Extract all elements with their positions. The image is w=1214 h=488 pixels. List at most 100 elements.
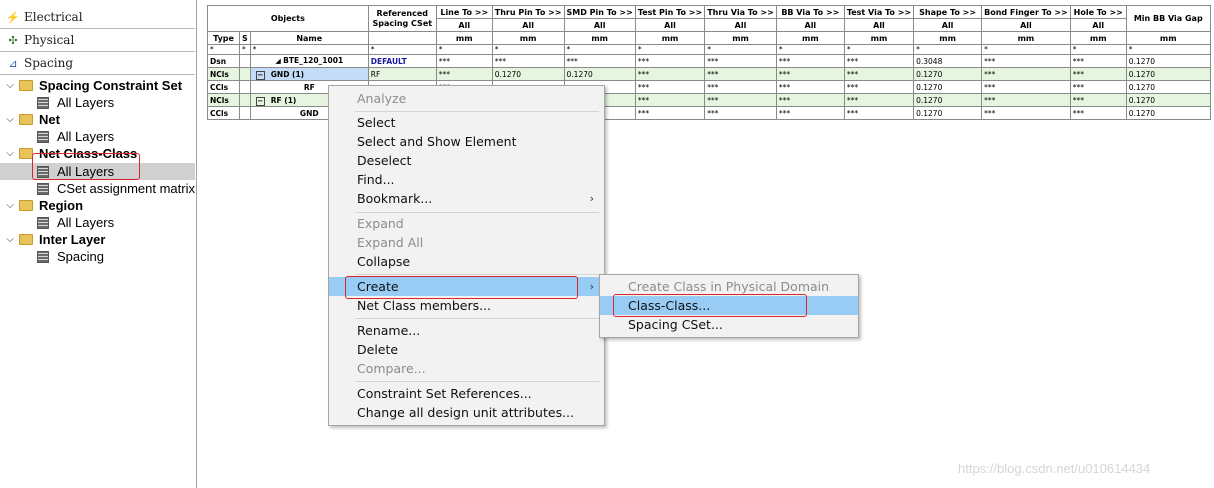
value-cell[interactable]: *** (981, 93, 1071, 107)
menu-item-deselect[interactable]: Deselect (329, 151, 604, 170)
menu-item-collapse[interactable]: Collapse (329, 252, 604, 271)
value-cell[interactable]: *** (563, 54, 636, 68)
tree-all-layers-4[interactable]: All Layers (0, 214, 195, 231)
cset-cell[interactable]: RF (367, 67, 437, 81)
value-cell[interactable]: *** (843, 54, 915, 68)
value-cell[interactable]: *** (981, 80, 1071, 94)
chevron-down-icon[interactable]: ⌵ (4, 80, 16, 91)
tab-physical[interactable]: ✣ Physical (0, 29, 195, 52)
table-row[interactable]: Dsn ◢ BTE_120_1001 DEFAULT *** *** *** *… (207, 54, 1211, 68)
value-cell[interactable]: *** (1069, 93, 1127, 107)
col-header-test-pin[interactable]: Test Pin To >> (634, 5, 706, 19)
value-cell[interactable]: *** (704, 80, 777, 94)
value-cell[interactable]: *** (634, 106, 706, 120)
filter-cell[interactable]: * (1125, 44, 1211, 55)
col-header-thru-pin[interactable]: Thru Pin To >> (491, 5, 565, 19)
filter-cell[interactable]: * (563, 44, 636, 55)
collapse-box-icon[interactable]: − (255, 96, 265, 106)
filter-cell[interactable]: * (207, 44, 240, 55)
value-cell[interactable]: *** (1069, 80, 1127, 94)
tree-cset-assignment-matrix[interactable]: CSet assignment matrix (0, 180, 195, 197)
col-header-thru-via[interactable]: Thru Via To >> (704, 5, 777, 19)
value-cell[interactable]: *** (1069, 67, 1127, 81)
name-cell[interactable]: − GND (1) (249, 67, 369, 81)
menu-item-select[interactable]: Select (329, 113, 604, 132)
menu-item-constraint-set-references[interactable]: Constraint Set References... (329, 384, 604, 403)
tree-spacing[interactable]: Spacing (0, 248, 195, 265)
chevron-down-icon[interactable]: ⌵ (4, 114, 16, 125)
value-cell[interactable]: 0.1270 (1125, 67, 1211, 81)
tree-spacing-constraint-set[interactable]: ⌵ Spacing Constraint Set (0, 77, 195, 94)
menu-item-find[interactable]: Find... (329, 170, 604, 189)
value-cell[interactable]: *** (704, 67, 777, 81)
menu-item-select-and-show-element[interactable]: Select and Show Element (329, 132, 604, 151)
collapse-box-icon[interactable]: − (255, 70, 265, 80)
cset-cell[interactable]: DEFAULT (367, 54, 437, 68)
value-cell[interactable]: *** (634, 93, 706, 107)
tree-net[interactable]: ⌵ Net (0, 111, 195, 128)
chevron-down-icon[interactable]: ⌵ (4, 234, 16, 245)
col-header-line[interactable]: Line To >> (435, 5, 493, 19)
value-cell[interactable]: 0.1270 (913, 93, 983, 107)
tree-inter-layer[interactable]: ⌵ Inter Layer (0, 231, 195, 248)
chevron-down-icon[interactable]: ⌵ (4, 148, 16, 159)
filter-cell[interactable]: * (913, 44, 983, 55)
value-cell[interactable]: *** (435, 67, 493, 81)
tree-region[interactable]: ⌵ Region (0, 197, 195, 214)
filter-cell[interactable]: * (843, 44, 915, 55)
value-cell[interactable]: 0.1270 (913, 67, 983, 81)
value-cell[interactable]: *** (843, 67, 915, 81)
value-cell[interactable]: *** (775, 93, 845, 107)
value-cell[interactable]: 0.3048 (913, 54, 983, 68)
value-cell[interactable]: 0.1270 (1125, 106, 1211, 120)
expand-triangle-icon[interactable]: ◢ (275, 57, 283, 65)
filter-cell[interactable]: * (249, 44, 369, 55)
col-header-bb-via[interactable]: BB Via To >> (775, 5, 845, 19)
col-header-test-via[interactable]: Test Via To >> (843, 5, 915, 19)
value-cell[interactable]: *** (1069, 106, 1127, 120)
filter-cell[interactable]: * (704, 44, 777, 55)
chevron-down-icon[interactable]: ⌵ (4, 200, 16, 211)
value-cell[interactable]: *** (491, 54, 565, 68)
value-cell[interactable]: *** (843, 80, 915, 94)
value-cell[interactable]: *** (843, 106, 915, 120)
value-cell[interactable]: *** (775, 106, 845, 120)
value-cell[interactable]: *** (634, 54, 706, 68)
tree-all-layers-2[interactable]: All Layers (0, 128, 195, 145)
filter-cell[interactable]: * (1069, 44, 1127, 55)
filter-cell[interactable]: * (634, 44, 706, 55)
value-cell[interactable]: 0.1270 (1125, 54, 1211, 68)
col-header-bond-finger[interactable]: Bond Finger To >> (981, 5, 1071, 19)
value-cell[interactable]: *** (981, 106, 1071, 120)
value-cell[interactable]: *** (704, 54, 777, 68)
value-cell[interactable]: *** (634, 67, 706, 81)
value-cell[interactable]: *** (704, 93, 777, 107)
value-cell[interactable]: 0.1270 (563, 67, 636, 81)
menu-item-delete[interactable]: Delete (329, 340, 604, 359)
value-cell[interactable]: 0.1270 (1125, 80, 1211, 94)
value-cell[interactable]: *** (1069, 54, 1127, 68)
filter-cell[interactable]: * (239, 44, 251, 55)
value-cell[interactable]: 0.1270 (491, 67, 565, 81)
value-cell[interactable]: 0.1270 (913, 106, 983, 120)
table-row[interactable]: NCls − GND (1) RF *** 0.1270 0.1270 *** *… (207, 67, 1211, 81)
col-header-shape[interactable]: Shape To >> (913, 5, 983, 19)
value-cell[interactable]: *** (775, 67, 845, 81)
filter-cell[interactable]: * (435, 44, 493, 55)
value-cell[interactable]: *** (634, 80, 706, 94)
filter-cell[interactable]: * (491, 44, 565, 55)
tree-all-layers-1[interactable]: All Layers (0, 94, 195, 111)
filter-cell[interactable]: * (981, 44, 1071, 55)
tab-spacing[interactable]: ⊿ Spacing (0, 52, 195, 75)
filter-cell[interactable]: * (367, 44, 437, 55)
tab-electrical[interactable]: ⚡ Electrical (0, 6, 195, 29)
menu-item-rename[interactable]: Rename... (329, 321, 604, 340)
filter-cell[interactable]: * (775, 44, 845, 55)
col-header-smd-pin[interactable]: SMD Pin To >> (563, 5, 636, 19)
value-cell[interactable]: *** (981, 54, 1071, 68)
name-cell[interactable]: ◢ BTE_120_1001 (249, 54, 369, 68)
menu-item-change-design-unit-attributes[interactable]: Change all design unit attributes... (329, 403, 604, 422)
value-cell[interactable]: 0.1270 (913, 80, 983, 94)
value-cell[interactable]: *** (775, 54, 845, 68)
menu-item-bookmark[interactable]: Bookmark... › (329, 189, 604, 208)
